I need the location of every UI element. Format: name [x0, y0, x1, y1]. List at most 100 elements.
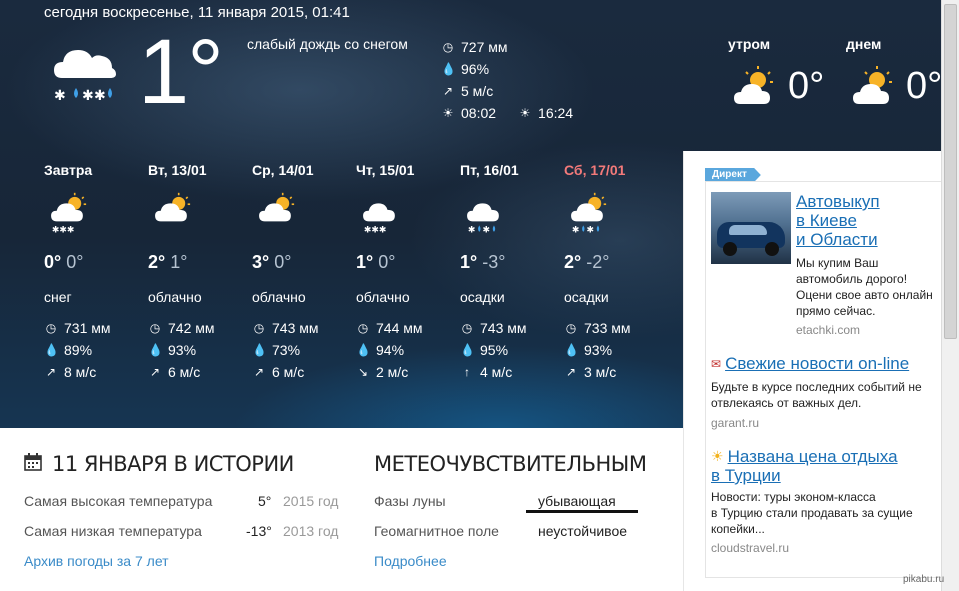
forecast-day[interactable]: Ср, 14/01 3° 0° облачно ◷ 743 мм 💧 73% ↗ 6 м/с [252, 162, 356, 380]
forecast-day-name: Вт, 13/01 [148, 162, 207, 178]
scrollbar[interactable] [941, 0, 959, 591]
forecast-day-name: Пт, 16/01 [460, 162, 519, 178]
forecast-night-temp: 1° [170, 252, 188, 272]
forecast-day[interactable]: Чт, 15/01 ✱✱✱ 1° 0° облачно ◷ 744 мм 💧 94% ↘ 2 м/… [356, 162, 460, 380]
forecast-temps: 1° 0° [356, 252, 395, 273]
forecast-humidity-row: 💧 93% [148, 342, 196, 358]
ad-item-3: ☀ Названа цена отдыха в Турции Новости: … [711, 447, 941, 555]
ad-text-line: Оцени свое авто онлайн [796, 288, 933, 302]
calendar-icon [24, 453, 42, 471]
ad-link-1-line-1[interactable]: Автовыкуп [796, 192, 942, 211]
direct-tag[interactable]: Директ [705, 168, 761, 182]
svg-text:✱: ✱ [468, 226, 476, 236]
current-temperature: 1° [138, 21, 224, 123]
part-morning-label: утром [728, 36, 771, 52]
forecast-pressure-row: ◷ 743 мм [252, 320, 319, 336]
forecast-day-temp: 1° [356, 252, 374, 272]
pressure-icon: ◷ [357, 321, 369, 335]
moon-phase-value: убывающая [538, 493, 616, 509]
cloud-snow-rain-icon: ✱ ✱ ✱ [54, 50, 116, 104]
ad-text-line: отвлекаясь от важных дел. [711, 396, 862, 410]
history-max-label: Самая высокая температура [24, 493, 213, 509]
humidity-icon: 💧 [564, 343, 579, 357]
forecast-temps: 1° -3° [460, 252, 505, 273]
forecast-day[interactable]: Завтра ✱✱✱ 0° 0° снег ◷ 731 мм 💧 89% ↗ 8 м/с [44, 162, 148, 380]
humidity-icon: 💧 [441, 62, 456, 76]
moon-phase-label: Фазы луны [374, 493, 446, 509]
forecast-wind-row: ↗ 6 м/с [252, 364, 304, 380]
ad-text-line: копейки... [711, 522, 765, 536]
geomagnetic-value: неустойчивое [538, 523, 628, 539]
forecast-condition: осадки [564, 289, 609, 305]
ad-link-3-line-2[interactable]: в Турции [711, 466, 941, 485]
pressure-icon: ◷ [442, 40, 454, 54]
forecast-wind-row: ↑ 4 м/с [460, 364, 512, 380]
forecast-pressure: 744 мм [376, 320, 423, 336]
forecast-day[interactable]: Пт, 16/01 ✱ ✱ 1° -3° осадки ◷ 743 мм 💧 95% ↑ 4 м/с [460, 162, 564, 380]
forecast-day-name: Сб, 17/01 [564, 162, 626, 178]
wind-arrow-icon: ↗ [149, 365, 161, 379]
current-pressure: 727 мм [461, 39, 508, 55]
car-ad-image[interactable] [711, 192, 791, 264]
current-date: сегодня воскресенье, 11 января 2015, 01:… [44, 4, 350, 21]
part-day-temp: 0° [906, 66, 941, 106]
humidity-icon: 💧 [148, 343, 163, 357]
forecast-humidity: 89% [64, 342, 93, 358]
pressure-icon: ◷ [253, 321, 265, 335]
forecast-humidity-row: 💧 89% [44, 342, 92, 358]
forecast-day-name: Чт, 15/01 [356, 162, 415, 178]
ad-link-1-line-3[interactable]: и Области [796, 230, 942, 249]
pressure-icon: ◷ [461, 321, 473, 335]
svg-text:✱: ✱ [483, 226, 491, 236]
forecast-pressure-row: ◷ 742 мм [148, 320, 215, 336]
forecast-pressure: 733 мм [584, 320, 631, 336]
forecast-humidity: 93% [584, 342, 613, 358]
part-day: днем [846, 36, 881, 52]
ad-text-line: Мы купим Ваш [796, 256, 879, 270]
wind-arrow-icon: ↗ [45, 365, 57, 379]
forecast-temps: 2° 1° [148, 252, 187, 273]
forecast-pressure: 742 мм [168, 320, 215, 336]
forecast-day-temp: 2° [148, 252, 166, 272]
forecast-night-temp: -3° [482, 252, 506, 272]
forecast-condition: снег [44, 289, 72, 305]
forecast-humidity-row: 💧 94% [356, 342, 404, 358]
wind-arrow-icon: ↗ [253, 365, 265, 379]
forecast-humidity-row: 💧 73% [252, 342, 300, 358]
ad-item-2: ✉ Свежие новости on-line Будьте в курсе … [711, 354, 941, 430]
forecast-night-temp: -2° [586, 252, 610, 272]
ad-host: garant.ru [711, 416, 760, 430]
ad-link-3-line-1[interactable]: Названа цена отдыха [728, 447, 898, 466]
humidity-icon: 💧 [356, 343, 371, 357]
sun-icon: ☀ [711, 448, 724, 464]
ad-link-1-line-2[interactable]: в Киеве [796, 211, 942, 230]
scrollbar-thumb[interactable] [944, 4, 957, 339]
cloud-snow-icon: ✱✱✱ [363, 203, 395, 236]
part-morning-temp: 0° [788, 65, 825, 107]
forecast-wind: 3 м/с [584, 364, 617, 380]
forecast-condition: облачно [356, 289, 410, 305]
ad-host: etachki.com [796, 323, 861, 337]
forecast-pressure: 731 мм [64, 320, 111, 336]
current-description: слабый дождь со снегом [247, 36, 408, 52]
forecast-temps: 0° 0° [44, 252, 83, 273]
part-morning: утром [728, 36, 770, 52]
forecast-wind: 2 м/с [376, 364, 409, 380]
partly-cloudy-icon [853, 66, 892, 104]
meteo-more-link[interactable]: Подробнее [374, 553, 447, 569]
ad-text-line: Новости: туры эконом-класса [711, 490, 876, 504]
weather-archive-link[interactable]: Архив погоды за 7 лет [24, 553, 169, 569]
sunrise-time: 08:02 [461, 105, 497, 121]
news-icon: ✉ [711, 356, 722, 371]
svg-text:✱: ✱ [94, 88, 106, 104]
svg-text:✱: ✱ [54, 88, 66, 104]
forecast-temps: 2° -2° [564, 252, 609, 273]
forecast-temps: 3° 0° [252, 252, 291, 273]
forecast-day[interactable]: Вт, 13/01 2° 1° облачно ◷ 742 мм 💧 93% ↗ 6 м/с [148, 162, 252, 380]
pressure-icon: ◷ [45, 321, 57, 335]
ad-link-2[interactable]: Свежие новости on-line [725, 354, 909, 373]
pressure-icon: ◷ [565, 321, 577, 335]
forecast-day[interactable]: Сб, 17/01 ✱ ✱ 2° -2° осадки ◷ 733 мм 💧 93% ↗ 3 м/с [564, 162, 668, 380]
forecast-humidity: 73% [272, 342, 301, 358]
forecast-humidity: 94% [376, 342, 405, 358]
